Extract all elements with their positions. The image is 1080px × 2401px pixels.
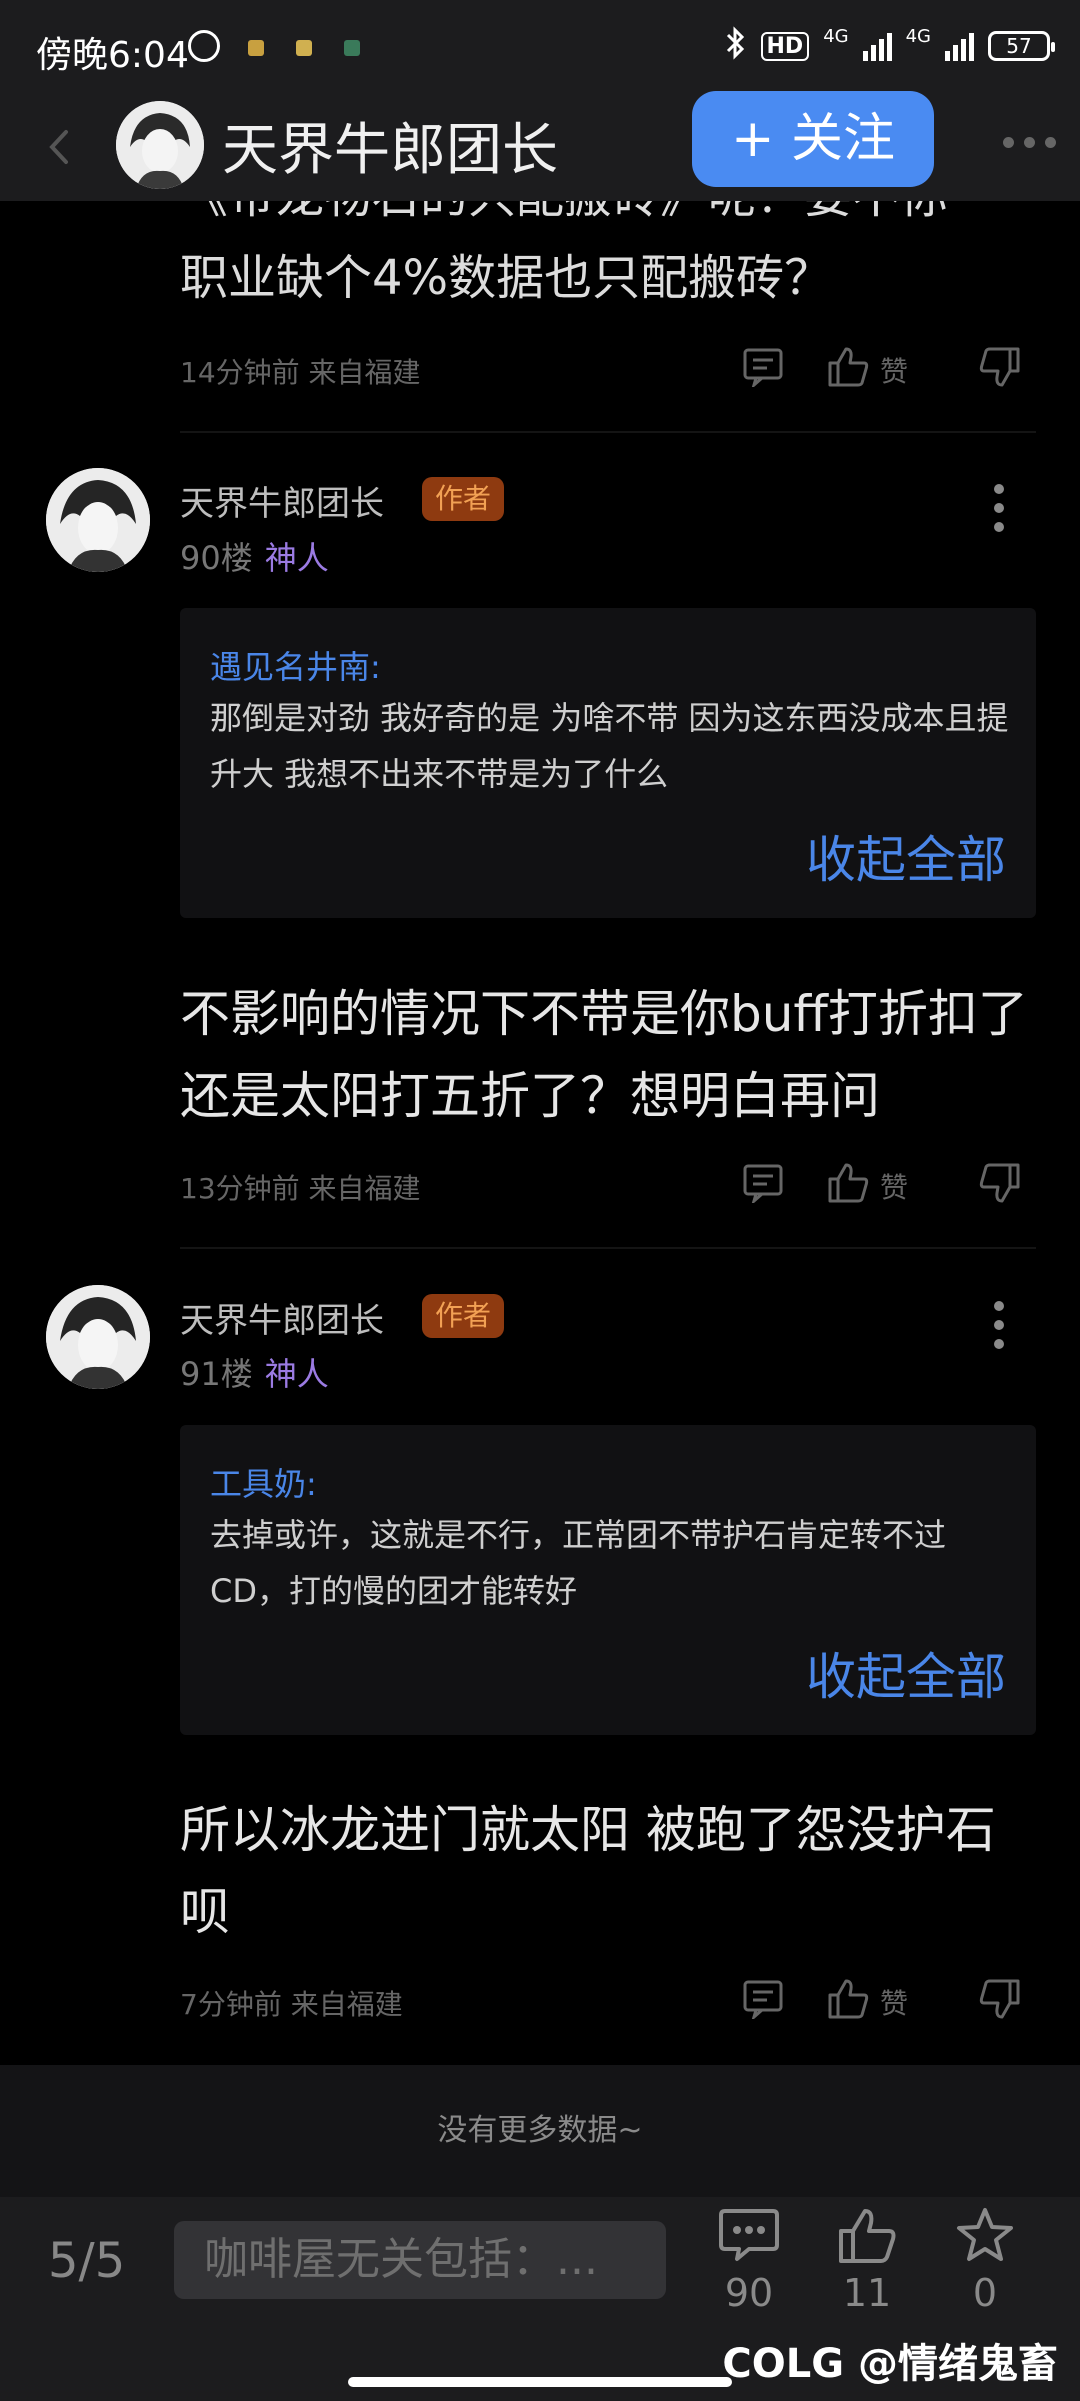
more-vertical-icon[interactable]: [994, 1301, 1006, 1349]
like-button[interactable]: 赞: [826, 345, 908, 394]
author-avatar[interactable]: [46, 468, 150, 572]
divider: [180, 1247, 1036, 1249]
status-bar: 傍晚6:04 HD 4G 4G 57: [0, 0, 1080, 95]
quote-text: 那倒是对劲 我好奇的是 为啥不带 因为这东西没成本且提升大 我想不出来不带是为了…: [210, 699, 1009, 793]
network-label: 4G: [823, 26, 849, 47]
like-label: 赞: [880, 1170, 909, 1204]
author-name[interactable]: 天界牛郎团长: [180, 1293, 384, 1342]
bluetooth-icon: [725, 26, 747, 66]
bottom-bar: 5/5 咖啡屋无关包括：... 90 11 0 COLG @情绪鬼畜: [0, 2197, 1080, 2401]
network-label: 4G: [905, 26, 931, 47]
divider: [180, 431, 1036, 433]
comment-time: 13分钟前: [180, 1172, 300, 1205]
notification-icon: [344, 40, 360, 56]
comment-bubble-icon: [719, 2209, 779, 2267]
thumbs-down-icon[interactable]: [978, 1163, 1022, 1205]
floor-number: 90楼: [180, 539, 253, 577]
status-right: HD 4G 4G 57: [725, 26, 1055, 66]
no-more-data: 没有更多数据~: [0, 2065, 1080, 2197]
page-indicator[interactable]: 5/5: [48, 2233, 125, 2289]
collapse-button[interactable]: 收起全部: [806, 820, 1006, 892]
likes-count: 11: [842, 2271, 892, 2315]
like-label: 赞: [880, 1986, 909, 2020]
quote-author[interactable]: 遇见名井南:: [210, 642, 381, 688]
star-icon: [955, 2208, 1015, 2267]
notification-icon: [296, 40, 312, 56]
like-post-button[interactable]: 11: [822, 2207, 912, 2315]
alarm-icon: [188, 30, 220, 62]
signal-icon: [862, 31, 892, 61]
quote-author[interactable]: 工具奶:: [210, 1459, 317, 1505]
comment-icon[interactable]: [742, 347, 784, 387]
like-label: 赞: [880, 354, 909, 388]
comment-location: 来自福建: [308, 1172, 421, 1205]
like-button[interactable]: 赞: [826, 1161, 908, 1210]
reply-input[interactable]: 咖啡屋无关包括：...: [174, 2221, 666, 2299]
battery-icon: 57: [988, 31, 1055, 61]
comment-location: 来自福建: [308, 356, 421, 389]
comments-count: 90: [724, 2271, 774, 2315]
comment-time: 14分钟前: [180, 356, 300, 389]
comment-location: 来自福建: [290, 1988, 403, 2021]
comment-icon[interactable]: [742, 1163, 784, 1203]
user-title: 神人: [264, 539, 329, 577]
comments-button[interactable]: 90: [704, 2207, 794, 2315]
thumbs-up-icon: [837, 2209, 897, 2267]
back-arrow-icon[interactable]: [36, 122, 86, 172]
comment-meta: 13分钟前 来自福建: [180, 1167, 421, 1207]
author-badge: 作者: [422, 1294, 504, 1338]
thread-list: 《带龙物石的只配搬砖》呢？要不你 职业缺个4%数据也只配搬砖？ 14分钟前 来自…: [0, 201, 1080, 2065]
thumbs-down-icon[interactable]: [978, 347, 1022, 389]
comment-text-line: 《带龙物石的只配搬砖》呢？要不你: [180, 201, 1040, 237]
thumbs-up-icon: [826, 1977, 870, 2026]
floor-info: 90楼 神人: [180, 533, 329, 579]
user-title: 神人: [264, 1355, 329, 1393]
status-time: 傍晚6:04: [36, 35, 189, 76]
thumbs-down-icon[interactable]: [978, 1979, 1022, 2021]
floor-info: 91楼 神人: [180, 1349, 329, 1395]
notification-icon: [248, 40, 264, 56]
hd-badge: HD: [760, 31, 810, 61]
quoted-comment: 工具奶: 去掉或许，这就是不行，正常团不带护石肯定转不过CD，打的慢的团才能转好…: [180, 1425, 1036, 1735]
comment-meta: 14分钟前 来自福建: [180, 351, 421, 391]
author-avatar[interactable]: [46, 1285, 150, 1389]
author-badge: 作者: [422, 477, 504, 521]
quoted-comment: 遇见名井南: 那倒是对劲 我好奇的是 为啥不带 因为这东西没成本且提升大 我想不…: [180, 608, 1036, 918]
comment-text-line: 职业缺个4%数据也只配搬砖？: [180, 250, 833, 306]
floor-number: 91楼: [180, 1355, 253, 1393]
author-name[interactable]: 天界牛郎团长: [180, 476, 384, 525]
home-indicator[interactable]: [348, 2377, 732, 2387]
reply-text: 不影响的情况下不带是你buff打折扣了还是太阳打五折了？想明白再问: [180, 985, 1028, 1125]
favorite-button[interactable]: 0: [940, 2207, 1030, 2315]
signal-icon: [945, 31, 974, 61]
more-vertical-icon[interactable]: [994, 484, 1006, 532]
follow-button[interactable]: + 关注: [692, 91, 934, 187]
collapse-button[interactable]: 收起全部: [806, 1637, 1006, 1709]
favorites-count: 0: [972, 2271, 998, 2315]
like-button[interactable]: 赞: [826, 1977, 908, 2026]
reply-text: 所以冰龙进门就太阳 被跑了怨没护石呗: [180, 1801, 996, 1941]
comment-meta: 7分钟前 来自福建: [180, 1983, 403, 2023]
comment-icon[interactable]: [742, 1979, 784, 2019]
comment-time: 7分钟前: [180, 1988, 282, 2021]
thumbs-up-icon: [826, 345, 870, 394]
quote-text: 去掉或许，这就是不行，正常团不带护石肯定转不过CD，打的慢的团才能转好: [210, 1516, 947, 1610]
page-title: 天界牛郎团长: [222, 118, 558, 183]
thread-header: 天界牛郎团长 + 关注: [0, 91, 1080, 201]
watermark: COLG @情绪鬼畜: [722, 2341, 1058, 2387]
thumbs-up-icon: [826, 1161, 870, 1210]
more-horizontal-icon[interactable]: [1003, 137, 1056, 148]
author-avatar[interactable]: [116, 101, 204, 189]
